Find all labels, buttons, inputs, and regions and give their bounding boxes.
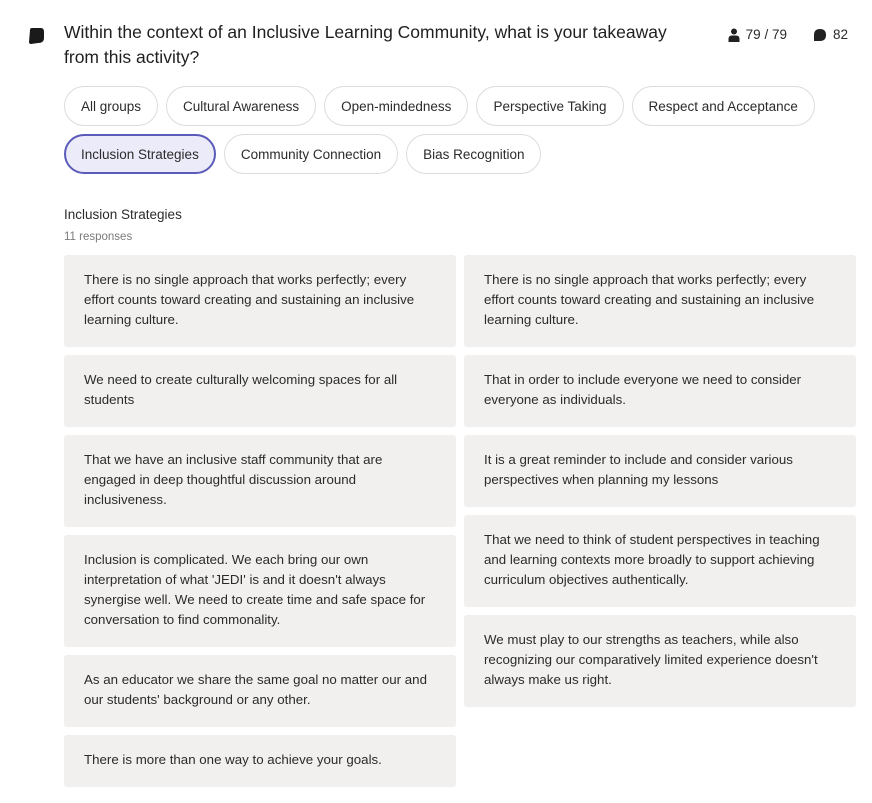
group-chip-bias-recognition[interactable]: Bias Recognition <box>406 134 542 174</box>
response-card: There is more than one way to achieve yo… <box>64 735 456 787</box>
response-card: That we need to think of student perspec… <box>464 515 856 607</box>
responses-column-left: There is no single approach that works p… <box>64 255 456 787</box>
response-card: It is a great reminder to include and co… <box>464 435 856 507</box>
response-card: As an educator we share the same goal no… <box>64 655 456 727</box>
group-chip-community-connection[interactable]: Community Connection <box>223 134 399 174</box>
chat-bubble-icon <box>813 28 826 41</box>
group-chip-perspective-taking[interactable]: Perspective Taking <box>476 86 624 126</box>
responses-grid: There is no single approach that works p… <box>64 255 856 787</box>
response-card: That in order to include everyone we nee… <box>464 355 856 427</box>
group-filter-chips: All groups Cultural Awareness Open-minde… <box>64 86 854 174</box>
question-title: Within the context of an Inclusive Learn… <box>64 22 667 67</box>
participants-count: 79 / 79 <box>745 27 787 42</box>
group-chip-open-mindedness[interactable]: Open-mindedness <box>324 86 469 126</box>
app-logo-icon <box>29 28 44 44</box>
responses-stat: 82 <box>813 27 848 42</box>
stats-bar: 79 / 79 82 <box>728 27 848 42</box>
participants-stat: 79 / 79 <box>728 27 787 42</box>
response-card: There is no single approach that works p… <box>64 255 456 347</box>
section-response-count: 11 responses <box>64 231 133 243</box>
group-chip-respect-and-acceptance[interactable]: Respect and Acceptance <box>631 86 815 126</box>
response-card: That we have an inclusive staff communit… <box>64 435 456 527</box>
response-card: There is no single approach that works p… <box>464 255 856 347</box>
responses-count: 82 <box>832 27 848 42</box>
response-card: We must play to our strengths as teacher… <box>464 615 856 707</box>
person-icon <box>728 28 740 42</box>
responses-column-right: There is no single approach that works p… <box>464 255 856 787</box>
response-card: Inclusion is complicated. We each bring … <box>64 535 456 647</box>
group-chip-all-groups[interactable]: All groups <box>64 86 159 126</box>
group-chip-inclusion-strategies[interactable]: Inclusion Strategies <box>64 134 216 174</box>
response-card: We need to create culturally welcoming s… <box>64 355 456 427</box>
section-title: Inclusion Strategies <box>64 207 182 222</box>
group-chip-cultural-awareness[interactable]: Cultural Awareness <box>166 86 317 126</box>
